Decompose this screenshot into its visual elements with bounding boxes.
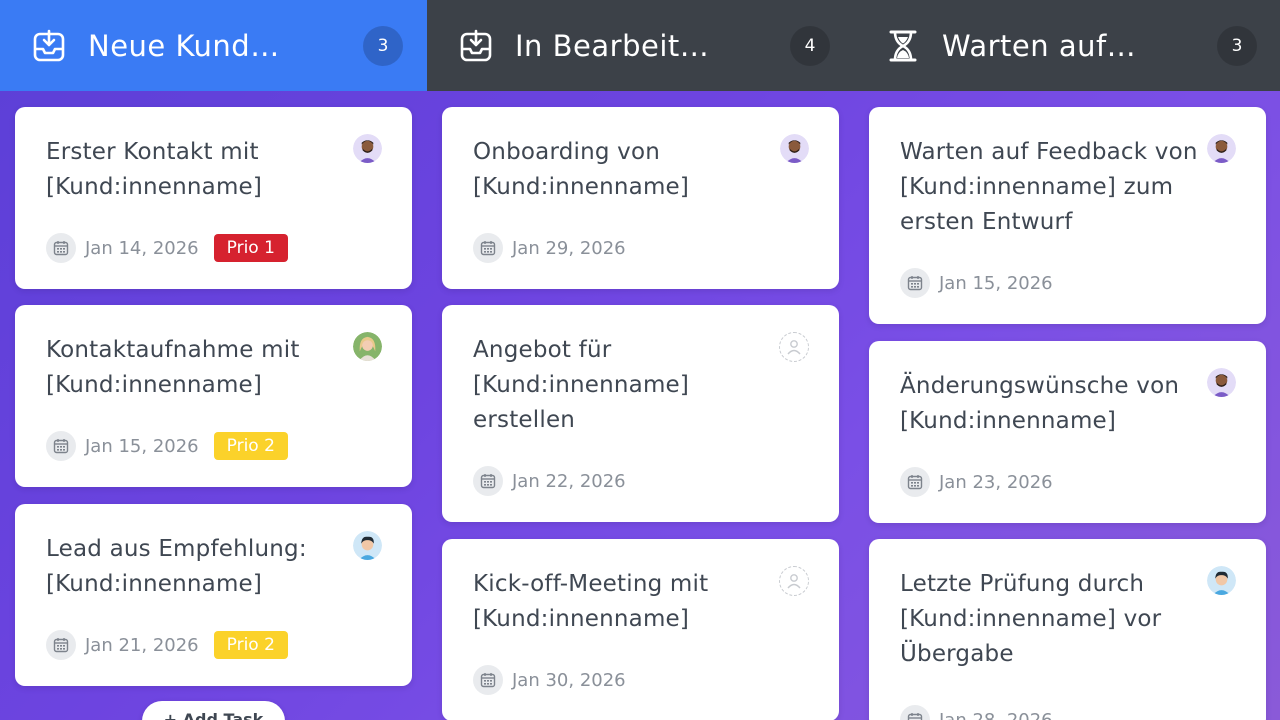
calendar-icon[interactable] bbox=[473, 233, 503, 263]
column-count-badge: 3 bbox=[363, 25, 403, 66]
task-card[interactable]: Letzte Prüfung durch [Kund:innenname] vo… bbox=[869, 539, 1266, 720]
assignee-avatar[interactable] bbox=[1207, 566, 1236, 595]
calendar-icon[interactable] bbox=[473, 665, 503, 695]
priority-badge[interactable]: Prio 2 bbox=[213, 631, 288, 659]
task-card[interactable]: Kick-off-Meeting mit [Kund:innenname] Ja… bbox=[442, 539, 839, 720]
column-header[interactable]: Warten auf… 3 bbox=[854, 0, 1280, 91]
assignee-avatar[interactable] bbox=[353, 332, 382, 361]
column-title: Neue Kund… bbox=[88, 28, 280, 63]
priority-badge[interactable]: Prio 1 bbox=[213, 234, 288, 262]
calendar-icon[interactable] bbox=[46, 630, 76, 660]
due-date: Jan 28, 2026 bbox=[939, 709, 1053, 720]
task-meta: Jan 14, 2026 Prio 1 bbox=[46, 233, 288, 263]
due-date: Jan 30, 2026 bbox=[512, 669, 626, 691]
inbox-download-icon bbox=[33, 29, 65, 61]
assignee-avatar[interactable] bbox=[353, 134, 382, 163]
task-title: Onboarding von [Kund:innenname] bbox=[473, 139, 690, 200]
unassigned-user-icon[interactable] bbox=[779, 566, 809, 596]
task-card[interactable]: Erster Kontakt mit [Kund:innenname] Jan … bbox=[15, 107, 412, 289]
task-card[interactable]: Angebot für [Kund:innenname] erstellen J… bbox=[442, 305, 839, 522]
task-meta: Jan 30, 2026 bbox=[473, 665, 641, 695]
column-count-badge: 4 bbox=[790, 25, 830, 66]
column-title: In Bearbeit… bbox=[515, 28, 710, 63]
task-card[interactable]: Kontaktaufnahme mit [Kund:innenname] Jan… bbox=[15, 305, 412, 487]
task-card[interactable]: Änderungswünsche von [Kund:innenname] Ja… bbox=[869, 341, 1266, 523]
calendar-icon[interactable] bbox=[900, 705, 930, 720]
column-header[interactable]: Neue Kund… 3 bbox=[0, 0, 427, 91]
task-meta: Jan 21, 2026 Prio 2 bbox=[46, 630, 288, 660]
task-title: Kick-off-Meeting mit [Kund:innenname] bbox=[473, 571, 709, 632]
task-title: Angebot für [Kund:innenname] erstellen bbox=[473, 337, 690, 433]
task-title: Änderungswünsche von [Kund:innenname] bbox=[900, 373, 1180, 434]
kanban-board: Neue Kund… 3 Erster Kontakt mit [Kund:in… bbox=[0, 0, 1280, 720]
task-meta: Jan 15, 2026 bbox=[900, 268, 1068, 298]
calendar-icon[interactable] bbox=[46, 431, 76, 461]
calendar-icon[interactable] bbox=[46, 233, 76, 263]
column-title: Warten auf… bbox=[942, 28, 1137, 63]
due-date: Jan 22, 2026 bbox=[512, 470, 626, 492]
due-date: Jan 14, 2026 bbox=[85, 237, 199, 259]
task-meta: Jan 15, 2026 Prio 2 bbox=[46, 431, 288, 461]
column-header[interactable]: In Bearbeit… 4 bbox=[427, 0, 854, 91]
task-title: Lead aus Empfehlung: [Kund:innenname] bbox=[46, 536, 307, 597]
task-meta: Jan 29, 2026 bbox=[473, 233, 641, 263]
calendar-icon[interactable] bbox=[473, 466, 503, 496]
calendar-icon[interactable] bbox=[900, 467, 930, 497]
column-neue-kunden: Neue Kund… 3 Erster Kontakt mit [Kund:in… bbox=[0, 0, 427, 720]
due-date: Jan 23, 2026 bbox=[939, 471, 1053, 493]
due-date: Jan 21, 2026 bbox=[85, 634, 199, 656]
due-date: Jan 15, 2026 bbox=[939, 272, 1053, 294]
hourglass-icon bbox=[889, 30, 917, 61]
add-task-button[interactable]: + Add Task bbox=[142, 701, 285, 720]
assignee-avatar[interactable] bbox=[780, 134, 809, 163]
task-title: Kontaktaufnahme mit [Kund:innenname] bbox=[46, 337, 300, 398]
task-title: Letzte Prüfung durch [Kund:innenname] vo… bbox=[900, 571, 1162, 667]
due-date: Jan 29, 2026 bbox=[512, 237, 626, 259]
assignee-avatar[interactable] bbox=[1207, 134, 1236, 163]
task-title: Warten auf Feedback von [Kund:innenname]… bbox=[900, 139, 1198, 235]
assignee-avatar[interactable] bbox=[353, 531, 382, 560]
task-card[interactable]: Lead aus Empfehlung: [Kund:innenname] Ja… bbox=[15, 504, 412, 686]
column-in-bearbeitung: In Bearbeit… 4 Onboarding von [Kund:inne… bbox=[427, 0, 854, 720]
assignee-avatar[interactable] bbox=[1207, 368, 1236, 397]
column-count-badge: 3 bbox=[1217, 25, 1257, 66]
task-meta: Jan 23, 2026 bbox=[900, 467, 1068, 497]
task-title: Erster Kontakt mit [Kund:innenname] bbox=[46, 139, 263, 200]
inbox-download-icon bbox=[460, 29, 492, 61]
task-card[interactable]: Onboarding von [Kund:innenname] Jan 29, … bbox=[442, 107, 839, 289]
task-meta: Jan 22, 2026 bbox=[473, 466, 641, 496]
priority-badge[interactable]: Prio 2 bbox=[213, 432, 288, 460]
task-meta: Jan 28, 2026 bbox=[900, 705, 1068, 720]
calendar-icon[interactable] bbox=[900, 268, 930, 298]
unassigned-user-icon[interactable] bbox=[779, 332, 809, 362]
task-card[interactable]: Warten auf Feedback von [Kund:innenname]… bbox=[869, 107, 1266, 324]
column-warten-auf: Warten auf… 3 Warten auf Feedback von [K… bbox=[854, 0, 1280, 720]
due-date: Jan 15, 2026 bbox=[85, 435, 199, 457]
